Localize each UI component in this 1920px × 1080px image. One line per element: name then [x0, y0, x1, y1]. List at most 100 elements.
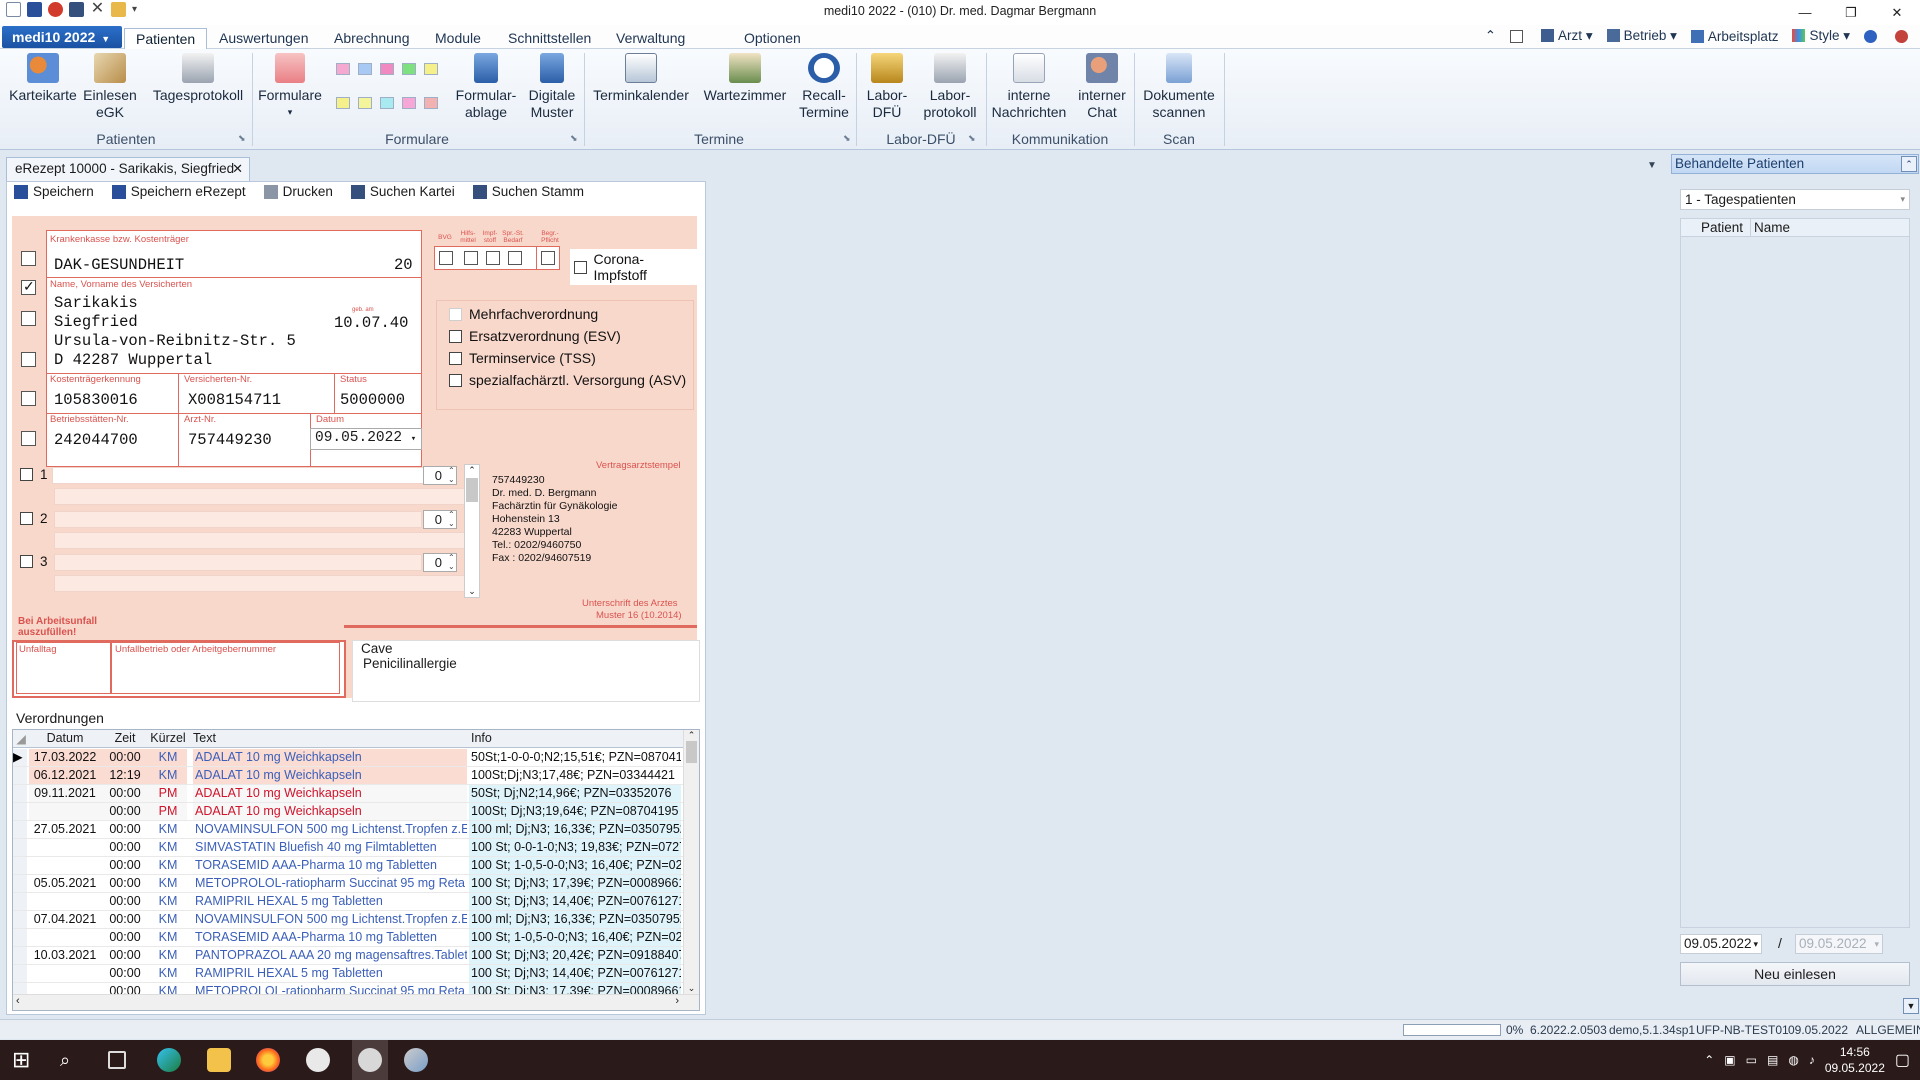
cell-text[interactable]: ADALAT 10 mg Weichkapseln [193, 749, 467, 766]
betrieb-menu[interactable]: Betrieb ▾ [1606, 28, 1677, 44]
status-value[interactable]: 5000000 [340, 391, 405, 409]
row-checkbox[interactable] [21, 431, 36, 446]
cell-text[interactable]: ADALAT 10 mg Weichkapseln [193, 785, 467, 802]
form-gallery[interactable] [336, 63, 446, 113]
scroll-up-icon[interactable]: ⌃ [684, 730, 699, 741]
patient-street[interactable]: Ursula-von-Reibnitz-Str. 5 [54, 332, 296, 350]
cave-box[interactable]: Cave Penicilinallergie [352, 640, 700, 702]
col-zeit[interactable]: Zeit [101, 731, 149, 745]
karteikarte-button[interactable]: Karteikarte [8, 53, 78, 104]
impfstoff-checkbox[interactable] [486, 251, 500, 265]
esv-checkbox[interactable] [449, 329, 462, 343]
dokumente-scannen-button[interactable]: Dokumente scannen [1138, 53, 1220, 121]
cell-datum[interactable] [29, 929, 101, 946]
patient-list[interactable] [1680, 218, 1910, 928]
cell-zeit[interactable]: 00:00 [101, 749, 149, 766]
cell-info[interactable]: 100 ml; Dj;N3; 16,33€; PZN=03507952 [469, 821, 681, 838]
rx-line-1-toggle[interactable]: 1 [20, 467, 48, 482]
cell-text[interactable]: TORASEMID AAA-Pharma 10 mg Tabletten [193, 929, 467, 946]
patient-city[interactable]: D 42287 Wuppertal [54, 351, 212, 369]
battery-icon[interactable]: ▭ [1746, 1053, 1757, 1067]
cell-datum[interactable] [29, 893, 101, 910]
tab-module[interactable]: Module [424, 28, 492, 49]
cell-zeit[interactable]: 00:00 [101, 965, 149, 982]
formulare-button[interactable]: Formulare ▾ [256, 53, 324, 121]
cell-kuerzel[interactable]: KM [149, 821, 187, 838]
rx-line-3b-input[interactable] [54, 575, 472, 592]
cell-kuerzel[interactable]: KM [149, 767, 187, 784]
recall-termine-button[interactable]: Recall- Termine [796, 53, 852, 121]
cell-text[interactable]: TORASEMID AAA-Pharma 10 mg Tabletten [193, 857, 467, 874]
close-button[interactable]: ✕ [1874, 0, 1920, 25]
cell-zeit[interactable]: 00:00 [101, 857, 149, 874]
asv-option[interactable]: spezialfachärztl. Versorgung (ASV) [449, 372, 686, 388]
cell-kuerzel[interactable]: KM [149, 875, 187, 892]
corona-option[interactable]: Corona-Impfstoff [570, 249, 697, 285]
rx-line-1b-input[interactable] [54, 488, 472, 505]
cell-zeit[interactable]: 00:00 [101, 785, 149, 802]
tab-abrechnung[interactable]: Abrechnung [323, 28, 421, 49]
form-thumb-icon[interactable] [380, 97, 394, 109]
laborprotokoll-button[interactable]: Labor- protokoll [918, 53, 982, 121]
cell-zeit[interactable]: 00:00 [101, 893, 149, 910]
patient-filter-select[interactable]: 1 - Tagespatienten ▾ [1680, 189, 1910, 210]
tab-auswertungen[interactable]: Auswertungen [208, 28, 320, 49]
col-name[interactable]: Name [1750, 220, 1790, 235]
speichern-erezept-button[interactable]: Speichern eRezept [111, 184, 246, 199]
suchen-stamm-button[interactable]: Suchen Stamm [472, 184, 584, 199]
rx-line-2-input[interactable] [54, 511, 422, 528]
scroll-left-icon[interactable]: ‹ [16, 995, 20, 1007]
medi10-icon[interactable] [306, 1048, 330, 1072]
cell-datum[interactable] [29, 857, 101, 874]
task-view-icon[interactable] [108, 1051, 126, 1069]
cell-kuerzel[interactable]: KM [149, 893, 187, 910]
cell-text[interactable]: NOVAMINSULFON 500 mg Lichtenst.Tropfen z… [193, 911, 467, 928]
cell-info[interactable]: 100 St; 1-0,5-0-0;N3; 16,40€; PZN=026 [469, 857, 681, 874]
cell-info[interactable]: 100 St; Dj;N3; 20,42€; PZN=09188407 [469, 947, 681, 964]
table-row[interactable]: 06.12.2021 12:19 KM ADALAT 10 mg Weichkapse… [13, 767, 683, 785]
cell-text[interactable]: SIMVASTATIN Bluefish 40 mg Filmtabletten [193, 839, 467, 856]
cell-kuerzel[interactable]: KM [149, 857, 187, 874]
rx-scrollbar[interactable]: ⌃ ⌄ [464, 464, 480, 598]
arzt-menu[interactable]: Arzt ▾ [1541, 28, 1593, 44]
display-icon[interactable]: ▤ [1767, 1053, 1778, 1067]
cell-text[interactable]: RAMIPRIL HEXAL 5 mg Tabletten [193, 893, 467, 910]
cell-datum[interactable]: 09.11.2021 [29, 785, 101, 802]
cell-info[interactable]: 100 ml; Dj;N3; 16,33€; PZN=03507952 [469, 911, 681, 928]
dialog-launcher-icon[interactable]: ⬊ [238, 133, 246, 144]
table-row[interactable]: 07.04.2021 00:00 KM NOVAMINSULFON 500 mg Li… [13, 911, 683, 929]
cell-kuerzel[interactable]: KM [149, 839, 187, 856]
app-menu-button[interactable]: medi10 2022 ▼ [2, 26, 122, 48]
birth-date[interactable]: 10.07.40 [334, 314, 408, 332]
row-checkbox[interactable] [21, 278, 36, 295]
cell-text[interactable]: NOVAMINSULFON 500 mg Lichtenst.Tropfen z… [193, 821, 467, 838]
cell-text[interactable]: ADALAT 10 mg Weichkapseln [193, 803, 467, 820]
neu-einlesen-button[interactable]: Neu einlesen [1680, 962, 1910, 986]
document-tab[interactable]: eRezept 10000 - Sarikakis, Siegfried ✕ [6, 157, 250, 181]
form-thumb-icon[interactable] [336, 97, 350, 109]
scroll-down-icon[interactable]: ⌄ [684, 983, 699, 994]
cell-zeit[interactable]: 00:00 [101, 947, 149, 964]
bvg-checkbox[interactable] [439, 251, 453, 265]
cell-info[interactable]: 100 St; 1-0,5-0-0;N3; 16,40€; PZN=026 [469, 929, 681, 946]
cell-zeit[interactable]: 12:19 [101, 767, 149, 784]
cell-datum[interactable]: 05.05.2021 [29, 875, 101, 892]
cell-zeit[interactable]: 00:00 [101, 821, 149, 838]
scroll-right-icon[interactable]: › [675, 995, 679, 1007]
table-row[interactable]: ▶ 17.03.2022 00:00 KM ADALAT 10 mg Weichkaps… [13, 749, 683, 767]
scroll-down-icon[interactable]: ⌄ [465, 586, 479, 597]
chevron-up-icon[interactable]: ⌃ [1704, 1053, 1714, 1067]
tss-option[interactable]: Terminservice (TSS) [449, 350, 596, 366]
mehrfach-option[interactable]: Mehrfachverordnung [449, 306, 598, 322]
cell-info[interactable]: 50St;1-0-0-0;N2;15,51€; PZN=08704195 [469, 749, 681, 766]
cell-text[interactable]: METOPROLOL-ratiopharm Succinat 95 mg Ret… [193, 875, 467, 892]
patient-firstname[interactable]: Siegfried [54, 313, 138, 331]
tab-dropdown-icon[interactable]: ▼ [1647, 160, 1657, 171]
cell-kuerzel[interactable]: KM [149, 965, 187, 982]
cell-kuerzel[interactable]: PM [149, 785, 187, 802]
panel-collapse-icon[interactable]: ⌃ [1901, 156, 1917, 172]
rx-qty-1[interactable]: 0 [423, 466, 457, 485]
sprst-checkbox[interactable] [508, 251, 522, 265]
rx-line-3-input[interactable] [54, 554, 422, 571]
rx-qty-2[interactable]: 0 [423, 510, 457, 529]
